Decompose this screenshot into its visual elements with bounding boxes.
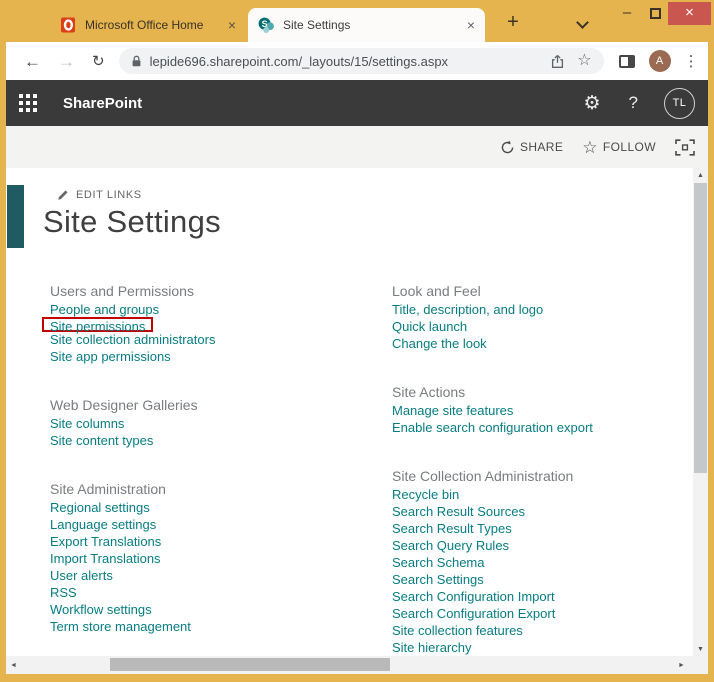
svg-text:S: S <box>262 19 268 29</box>
bookmark-star-icon[interactable]: ☆ <box>577 53 591 69</box>
link-search-configuration-import[interactable]: Search Configuration Import <box>392 588 593 605</box>
scroll-right-icon[interactable]: ► <box>674 658 689 672</box>
section-heading: Web Designer Galleries <box>50 395 215 415</box>
settings-section-site-actions: Site ActionsManage site featuresEnable s… <box>392 382 593 436</box>
link-people-and-groups[interactable]: People and groups <box>50 301 215 318</box>
back-button[interactable]: ← <box>24 53 41 70</box>
link-change-the-look[interactable]: Change the look <box>392 335 593 352</box>
link-import-translations[interactable]: Import Translations <box>50 550 215 567</box>
vertical-scrollbar-thumb[interactable] <box>694 183 707 473</box>
link-search-configuration-export[interactable]: Search Configuration Export <box>392 605 593 622</box>
link-search-result-sources[interactable]: Search Result Sources <box>392 503 593 520</box>
section-heading: Look and Feel <box>392 281 593 301</box>
address-bar: ← → ↻ lepide696.sharepoint.com/_layouts/… <box>6 42 708 80</box>
tab-search-chevron-icon[interactable] <box>576 16 589 29</box>
close-tab-icon[interactable]: × <box>467 18 475 32</box>
side-panel-icon[interactable] <box>619 55 635 68</box>
link-language-settings[interactable]: Language settings <box>50 516 215 533</box>
settings-section-look-and-feel: Look and FeelTitle, description, and log… <box>392 281 593 352</box>
gear-icon[interactable]: ⚙ <box>583 94 600 113</box>
tab-title: Microsoft Office Home <box>85 18 219 32</box>
horizontal-scrollbar[interactable]: ◄ ► <box>6 656 708 674</box>
link-enable-search-configuration-export[interactable]: Enable search configuration export <box>392 419 593 436</box>
scroll-left-icon[interactable]: ◄ <box>6 658 21 672</box>
link-rss[interactable]: RSS <box>50 584 215 601</box>
browser-window: Microsoft Office Home × S Site Settings … <box>0 0 714 682</box>
settings-column-right: Look and FeelTitle, description, and log… <box>392 281 593 656</box>
link-title-description-and-logo[interactable]: Title, description, and logo <box>392 301 593 318</box>
command-bar: SHARE ☆ FOLLOW <box>6 126 708 168</box>
focus-on-content-icon[interactable] <box>675 139 695 156</box>
link-workflow-settings[interactable]: Workflow settings <box>50 601 215 618</box>
settings-section-web-designer-galleries: Web Designer GalleriesSite columnsSite c… <box>50 395 215 449</box>
share-label: SHARE <box>520 140 563 154</box>
account-avatar[interactable]: TL <box>664 88 695 119</box>
browser-profile-avatar[interactable]: A <box>649 50 671 72</box>
section-heading: Site Collection Administration <box>392 466 593 486</box>
sharepoint-brand[interactable]: SharePoint <box>63 95 583 112</box>
scroll-up-icon[interactable]: ▲ <box>693 168 708 182</box>
link-site-app-permissions[interactable]: Site app permissions <box>50 348 215 365</box>
page-title: Site Settings <box>43 204 221 240</box>
reload-button[interactable]: ↻ <box>92 54 105 69</box>
link-site-collection-features[interactable]: Site collection features <box>392 622 593 639</box>
quick-launch-edge <box>7 185 24 248</box>
link-site-columns[interactable]: Site columns <box>50 415 215 432</box>
follow-star-icon: ☆ <box>582 139 598 156</box>
link-search-schema[interactable]: Search Schema <box>392 554 593 571</box>
pencil-icon <box>57 189 69 201</box>
suite-bar: SharePoint ⚙ ? TL <box>6 80 708 126</box>
close-tab-icon[interactable]: × <box>228 18 236 32</box>
link-user-alerts[interactable]: User alerts <box>50 567 215 584</box>
follow-button[interactable]: ☆ FOLLOW <box>582 139 656 156</box>
scroll-down-icon[interactable]: ▼ <box>693 642 708 656</box>
horizontal-scrollbar-thumb[interactable] <box>110 658 390 671</box>
tab-title: Site Settings <box>283 18 458 32</box>
settings-section-users-and-permissions: Users and PermissionsPeople and groups Si… <box>50 281 215 365</box>
link-manage-site-features[interactable]: Manage site features <box>392 402 593 419</box>
tab-site-settings[interactable]: S Site Settings × <box>248 8 485 42</box>
edit-links-button[interactable]: EDIT LINKS <box>57 189 142 201</box>
forward-button: → <box>58 53 75 70</box>
link-regional-settings[interactable]: Regional settings <box>50 499 215 516</box>
url-text: lepide696.sharepoint.com/_layouts/15/set… <box>150 54 448 69</box>
link-search-result-types[interactable]: Search Result Types <box>392 520 593 537</box>
link-site-hierarchy[interactable]: Site hierarchy <box>392 639 593 656</box>
share-page-icon[interactable] <box>550 54 565 69</box>
new-tab-button[interactable]: + <box>500 11 526 34</box>
follow-label: FOLLOW <box>603 140 656 154</box>
minimize-button[interactable]: – <box>612 4 642 24</box>
share-button[interactable]: SHARE <box>500 140 563 155</box>
edit-links-label: EDIT LINKS <box>76 189 142 201</box>
section-heading: Site Administration <box>50 479 215 499</box>
link-recycle-bin[interactable]: Recycle bin <box>392 486 593 503</box>
link-site-collection-administrators[interactable]: Site collection administrators <box>50 331 215 348</box>
tab-microsoft-office-home[interactable]: Microsoft Office Home × <box>50 9 246 41</box>
browser-menu-icon[interactable]: ⋮ <box>684 52 699 70</box>
maximize-button[interactable] <box>650 8 661 19</box>
link-search-query-rules[interactable]: Search Query Rules <box>392 537 593 554</box>
page-content: EDIT LINKS Site Settings Users and Permi… <box>6 168 693 656</box>
lock-icon <box>131 55 142 68</box>
link-search-settings[interactable]: Search Settings <box>392 571 593 588</box>
link-site-content-types[interactable]: Site content types <box>50 432 215 449</box>
url-input[interactable]: lepide696.sharepoint.com/_layouts/15/set… <box>119 48 604 74</box>
sharepoint-icon: S <box>258 17 274 33</box>
section-heading: Users and Permissions <box>50 281 215 301</box>
settings-column-left: Users and PermissionsPeople and groups Si… <box>50 281 215 656</box>
share-icon <box>500 140 515 155</box>
link-export-translations[interactable]: Export Translations <box>50 533 215 550</box>
section-heading: Site Actions <box>392 382 593 402</box>
link-term-store-management[interactable]: Term store management <box>50 618 215 635</box>
office-icon <box>60 17 76 33</box>
link-quick-launch[interactable]: Quick launch <box>392 318 593 335</box>
help-icon[interactable]: ? <box>629 93 638 113</box>
close-window-button[interactable]: × <box>668 2 711 25</box>
settings-section-site-collection-administration: Site Collection AdministrationRecycle bi… <box>392 466 593 656</box>
vertical-scrollbar[interactable]: ▲ ▼ <box>693 168 708 656</box>
link-site-permissions[interactable]: Site permissions <box>42 317 153 332</box>
settings-section-site-administration: Site AdministrationRegional settingsLang… <box>50 479 215 635</box>
app-launcher-icon[interactable] <box>19 94 37 112</box>
